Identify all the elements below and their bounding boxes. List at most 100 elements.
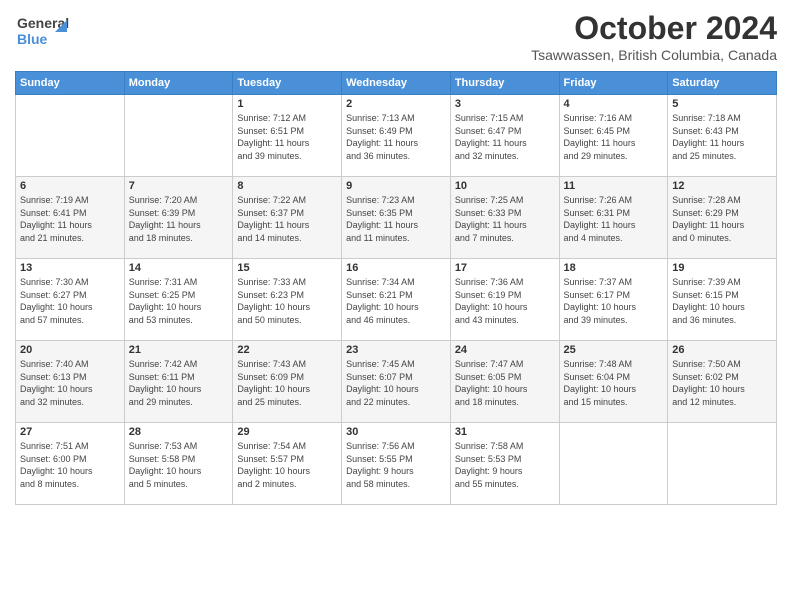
calendar-week-row: 1 Sunrise: 7:12 AMSunset: 6:51 PMDaylight…: [16, 95, 777, 177]
weekday-header: Wednesday: [342, 72, 451, 95]
calendar-cell: 27 Sunrise: 7:51 AMSunset: 6:00 PMDayligh…: [16, 423, 125, 505]
calendar-cell: 20 Sunrise: 7:40 AMSunset: 6:13 PMDayligh…: [16, 341, 125, 423]
calendar-cell: 26 Sunrise: 7:50 AMSunset: 6:02 PMDayligh…: [668, 341, 777, 423]
calendar-cell: 29Sunrise: 7:54 AMSunset: 5:57 PMDayligh…: [233, 423, 342, 505]
calendar-cell: 30 Sunrise: 7:56 AMSunset: 5:55 PMDayligh…: [342, 423, 451, 505]
day-number: 15: [237, 262, 337, 274]
calendar-cell: 13 Sunrise: 7:30 AMSunset: 6:27 PMDayligh…: [16, 259, 125, 341]
day-info: Sunrise: 7:12 AMSunset: 6:51 PMDaylight:…: [237, 112, 337, 162]
day-info: Sunrise: 7:39 AMSunset: 6:15 PMDaylight:…: [672, 276, 772, 326]
day-number: 8: [237, 180, 337, 192]
day-number: 11: [564, 180, 664, 192]
day-number: 7: [129, 180, 229, 192]
day-info: Sunrise: 7:54 AMSunset: 5:57 PMDaylight:…: [237, 440, 337, 490]
day-number: 26: [672, 344, 772, 356]
weekday-header: Saturday: [668, 72, 777, 95]
calendar-cell: 1 Sunrise: 7:12 AMSunset: 6:51 PMDaylight…: [233, 95, 342, 177]
calendar-cell: 17Sunrise: 7:36 AMSunset: 6:19 PMDayligh…: [450, 259, 559, 341]
day-info: Sunrise: 7:37 AMSunset: 6:17 PMDaylight:…: [564, 276, 664, 326]
weekday-header: Monday: [124, 72, 233, 95]
calendar-cell: 28 Sunrise: 7:53 AMSunset: 5:58 PMDayligh…: [124, 423, 233, 505]
day-number: 24: [455, 344, 555, 356]
calendar-cell: 10 Sunrise: 7:25 AMSunset: 6:33 PMDayligh…: [450, 177, 559, 259]
calendar-cell: 11 Sunrise: 7:26 AMSunset: 6:31 PMDayligh…: [559, 177, 668, 259]
day-info: Sunrise: 7:50 AMSunset: 6:02 PMDaylight:…: [672, 358, 772, 408]
day-number: 16: [346, 262, 446, 274]
page: General Blue October 2024 Tsawwassen, Br…: [0, 0, 792, 612]
day-info: Sunrise: 7:13 AMSunset: 6:49 PMDaylight:…: [346, 112, 446, 162]
calendar-cell: 15 Sunrise: 7:33 AMSunset: 6:23 PMDayligh…: [233, 259, 342, 341]
header: General Blue October 2024 Tsawwassen, Br…: [15, 10, 777, 63]
day-info: Sunrise: 7:48 AMSunset: 6:04 PMDaylight:…: [564, 358, 664, 408]
calendar-cell: 25Sunrise: 7:48 AMSunset: 6:04 PMDayligh…: [559, 341, 668, 423]
day-info: Sunrise: 7:56 AMSunset: 5:55 PMDaylight:…: [346, 440, 446, 490]
calendar-week-row: 6Sunrise: 7:19 AMSunset: 6:41 PMDaylight…: [16, 177, 777, 259]
day-number: 10: [455, 180, 555, 192]
day-number: 20: [20, 344, 120, 356]
calendar-week-row: 27 Sunrise: 7:51 AMSunset: 6:00 PMDayligh…: [16, 423, 777, 505]
day-number: 27: [20, 426, 120, 438]
calendar-cell: 5 Sunrise: 7:18 AMSunset: 6:43 PMDaylight…: [668, 95, 777, 177]
day-number: 23: [346, 344, 446, 356]
weekday-header: Friday: [559, 72, 668, 95]
day-info: Sunrise: 7:15 AMSunset: 6:47 PMDaylight:…: [455, 112, 555, 162]
calendar-cell: 23 Sunrise: 7:45 AMSunset: 6:07 PMDayligh…: [342, 341, 451, 423]
day-info: Sunrise: 7:30 AMSunset: 6:27 PMDaylight:…: [20, 276, 120, 326]
day-number: 18: [564, 262, 664, 274]
calendar-cell: 4Sunrise: 7:16 AMSunset: 6:45 PMDaylight…: [559, 95, 668, 177]
logo: General Blue: [15, 10, 70, 50]
calendar-cell: 8 Sunrise: 7:22 AMSunset: 6:37 PMDaylight…: [233, 177, 342, 259]
weekday-header: Sunday: [16, 72, 125, 95]
day-number: 14: [129, 262, 229, 274]
svg-text:Blue: Blue: [17, 31, 48, 47]
calendar: SundayMondayTuesdayWednesdayThursdayFrid…: [15, 71, 777, 505]
calendar-cell: 6Sunrise: 7:19 AMSunset: 6:41 PMDaylight…: [16, 177, 125, 259]
calendar-cell: 22Sunrise: 7:43 AMSunset: 6:09 PMDayligh…: [233, 341, 342, 423]
day-info: Sunrise: 7:28 AMSunset: 6:29 PMDaylight:…: [672, 194, 772, 244]
day-number: 21: [129, 344, 229, 356]
day-info: Sunrise: 7:33 AMSunset: 6:23 PMDaylight:…: [237, 276, 337, 326]
day-number: 6: [20, 180, 120, 192]
weekday-header: Tuesday: [233, 72, 342, 95]
day-info: Sunrise: 7:34 AMSunset: 6:21 PMDaylight:…: [346, 276, 446, 326]
day-info: Sunrise: 7:51 AMSunset: 6:00 PMDaylight:…: [20, 440, 120, 490]
calendar-week-row: 20 Sunrise: 7:40 AMSunset: 6:13 PMDayligh…: [16, 341, 777, 423]
calendar-cell: 14Sunrise: 7:31 AMSunset: 6:25 PMDayligh…: [124, 259, 233, 341]
calendar-cell: 16 Sunrise: 7:34 AMSunset: 6:21 PMDayligh…: [342, 259, 451, 341]
day-number: 31: [455, 426, 555, 438]
day-info: Sunrise: 7:25 AMSunset: 6:33 PMDaylight:…: [455, 194, 555, 244]
calendar-cell: [124, 95, 233, 177]
day-number: 28: [129, 426, 229, 438]
logo-svg: General Blue: [15, 10, 70, 50]
day-number: 3: [455, 98, 555, 110]
day-number: 9: [346, 180, 446, 192]
day-info: Sunrise: 7:26 AMSunset: 6:31 PMDaylight:…: [564, 194, 664, 244]
day-info: Sunrise: 7:42 AMSunset: 6:11 PMDaylight:…: [129, 358, 229, 408]
day-info: Sunrise: 7:40 AMSunset: 6:13 PMDaylight:…: [20, 358, 120, 408]
month-title: October 2024: [531, 10, 777, 47]
day-number: 1: [237, 98, 337, 110]
day-info: Sunrise: 7:20 AMSunset: 6:39 PMDaylight:…: [129, 194, 229, 244]
calendar-cell: 19Sunrise: 7:39 AMSunset: 6:15 PMDayligh…: [668, 259, 777, 341]
calendar-cell: 7 Sunrise: 7:20 AMSunset: 6:39 PMDaylight…: [124, 177, 233, 259]
calendar-cell: [559, 423, 668, 505]
location-subtitle: Tsawwassen, British Columbia, Canada: [531, 47, 777, 63]
calendar-week-row: 13 Sunrise: 7:30 AMSunset: 6:27 PMDayligh…: [16, 259, 777, 341]
day-number: 13: [20, 262, 120, 274]
weekday-header-row: SundayMondayTuesdayWednesdayThursdayFrid…: [16, 72, 777, 95]
weekday-header: Thursday: [450, 72, 559, 95]
calendar-cell: 18 Sunrise: 7:37 AMSunset: 6:17 PMDayligh…: [559, 259, 668, 341]
calendar-cell: 24Sunrise: 7:47 AMSunset: 6:05 PMDayligh…: [450, 341, 559, 423]
day-info: Sunrise: 7:45 AMSunset: 6:07 PMDaylight:…: [346, 358, 446, 408]
day-number: 5: [672, 98, 772, 110]
day-info: Sunrise: 7:53 AMSunset: 5:58 PMDaylight:…: [129, 440, 229, 490]
day-info: Sunrise: 7:16 AMSunset: 6:45 PMDaylight:…: [564, 112, 664, 162]
day-number: 30: [346, 426, 446, 438]
day-info: Sunrise: 7:43 AMSunset: 6:09 PMDaylight:…: [237, 358, 337, 408]
day-info: Sunrise: 7:18 AMSunset: 6:43 PMDaylight:…: [672, 112, 772, 162]
calendar-cell: 31Sunrise: 7:58 AMSunset: 5:53 PMDayligh…: [450, 423, 559, 505]
day-info: Sunrise: 7:22 AMSunset: 6:37 PMDaylight:…: [237, 194, 337, 244]
day-number: 17: [455, 262, 555, 274]
calendar-cell: 2Sunrise: 7:13 AMSunset: 6:49 PMDaylight…: [342, 95, 451, 177]
day-info: Sunrise: 7:23 AMSunset: 6:35 PMDaylight:…: [346, 194, 446, 244]
